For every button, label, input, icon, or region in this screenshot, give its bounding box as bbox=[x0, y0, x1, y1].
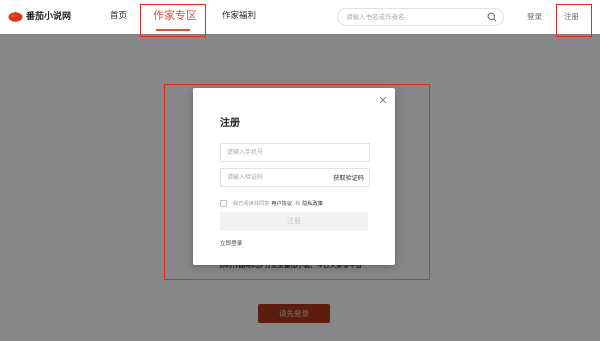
logo[interactable]: 番茄小说网 bbox=[8, 9, 71, 22]
logo-text: 番茄小说网 bbox=[26, 12, 72, 22]
nav-home[interactable]: 首页 bbox=[110, 0, 127, 34]
login-link[interactable]: 登录 bbox=[527, 11, 542, 22]
highlight-box-register bbox=[556, 4, 592, 37]
page: 番茄小说网 首页 作家专区 作家福利 登录 注册 你的作品将同步分发至番茄小说、… bbox=[0, 0, 600, 341]
search-icon[interactable] bbox=[487, 12, 497, 22]
nav-author-welfare[interactable]: 作家福利 bbox=[222, 0, 256, 34]
search-input[interactable] bbox=[346, 11, 481, 23]
search-box bbox=[337, 8, 504, 26]
top-header: 番茄小说网 首页 作家专区 作家福利 登录 注册 bbox=[0, 0, 600, 35]
highlight-box-modal bbox=[164, 84, 430, 280]
tomato-logo-icon bbox=[8, 10, 23, 22]
highlight-box-author-zone bbox=[140, 4, 206, 37]
